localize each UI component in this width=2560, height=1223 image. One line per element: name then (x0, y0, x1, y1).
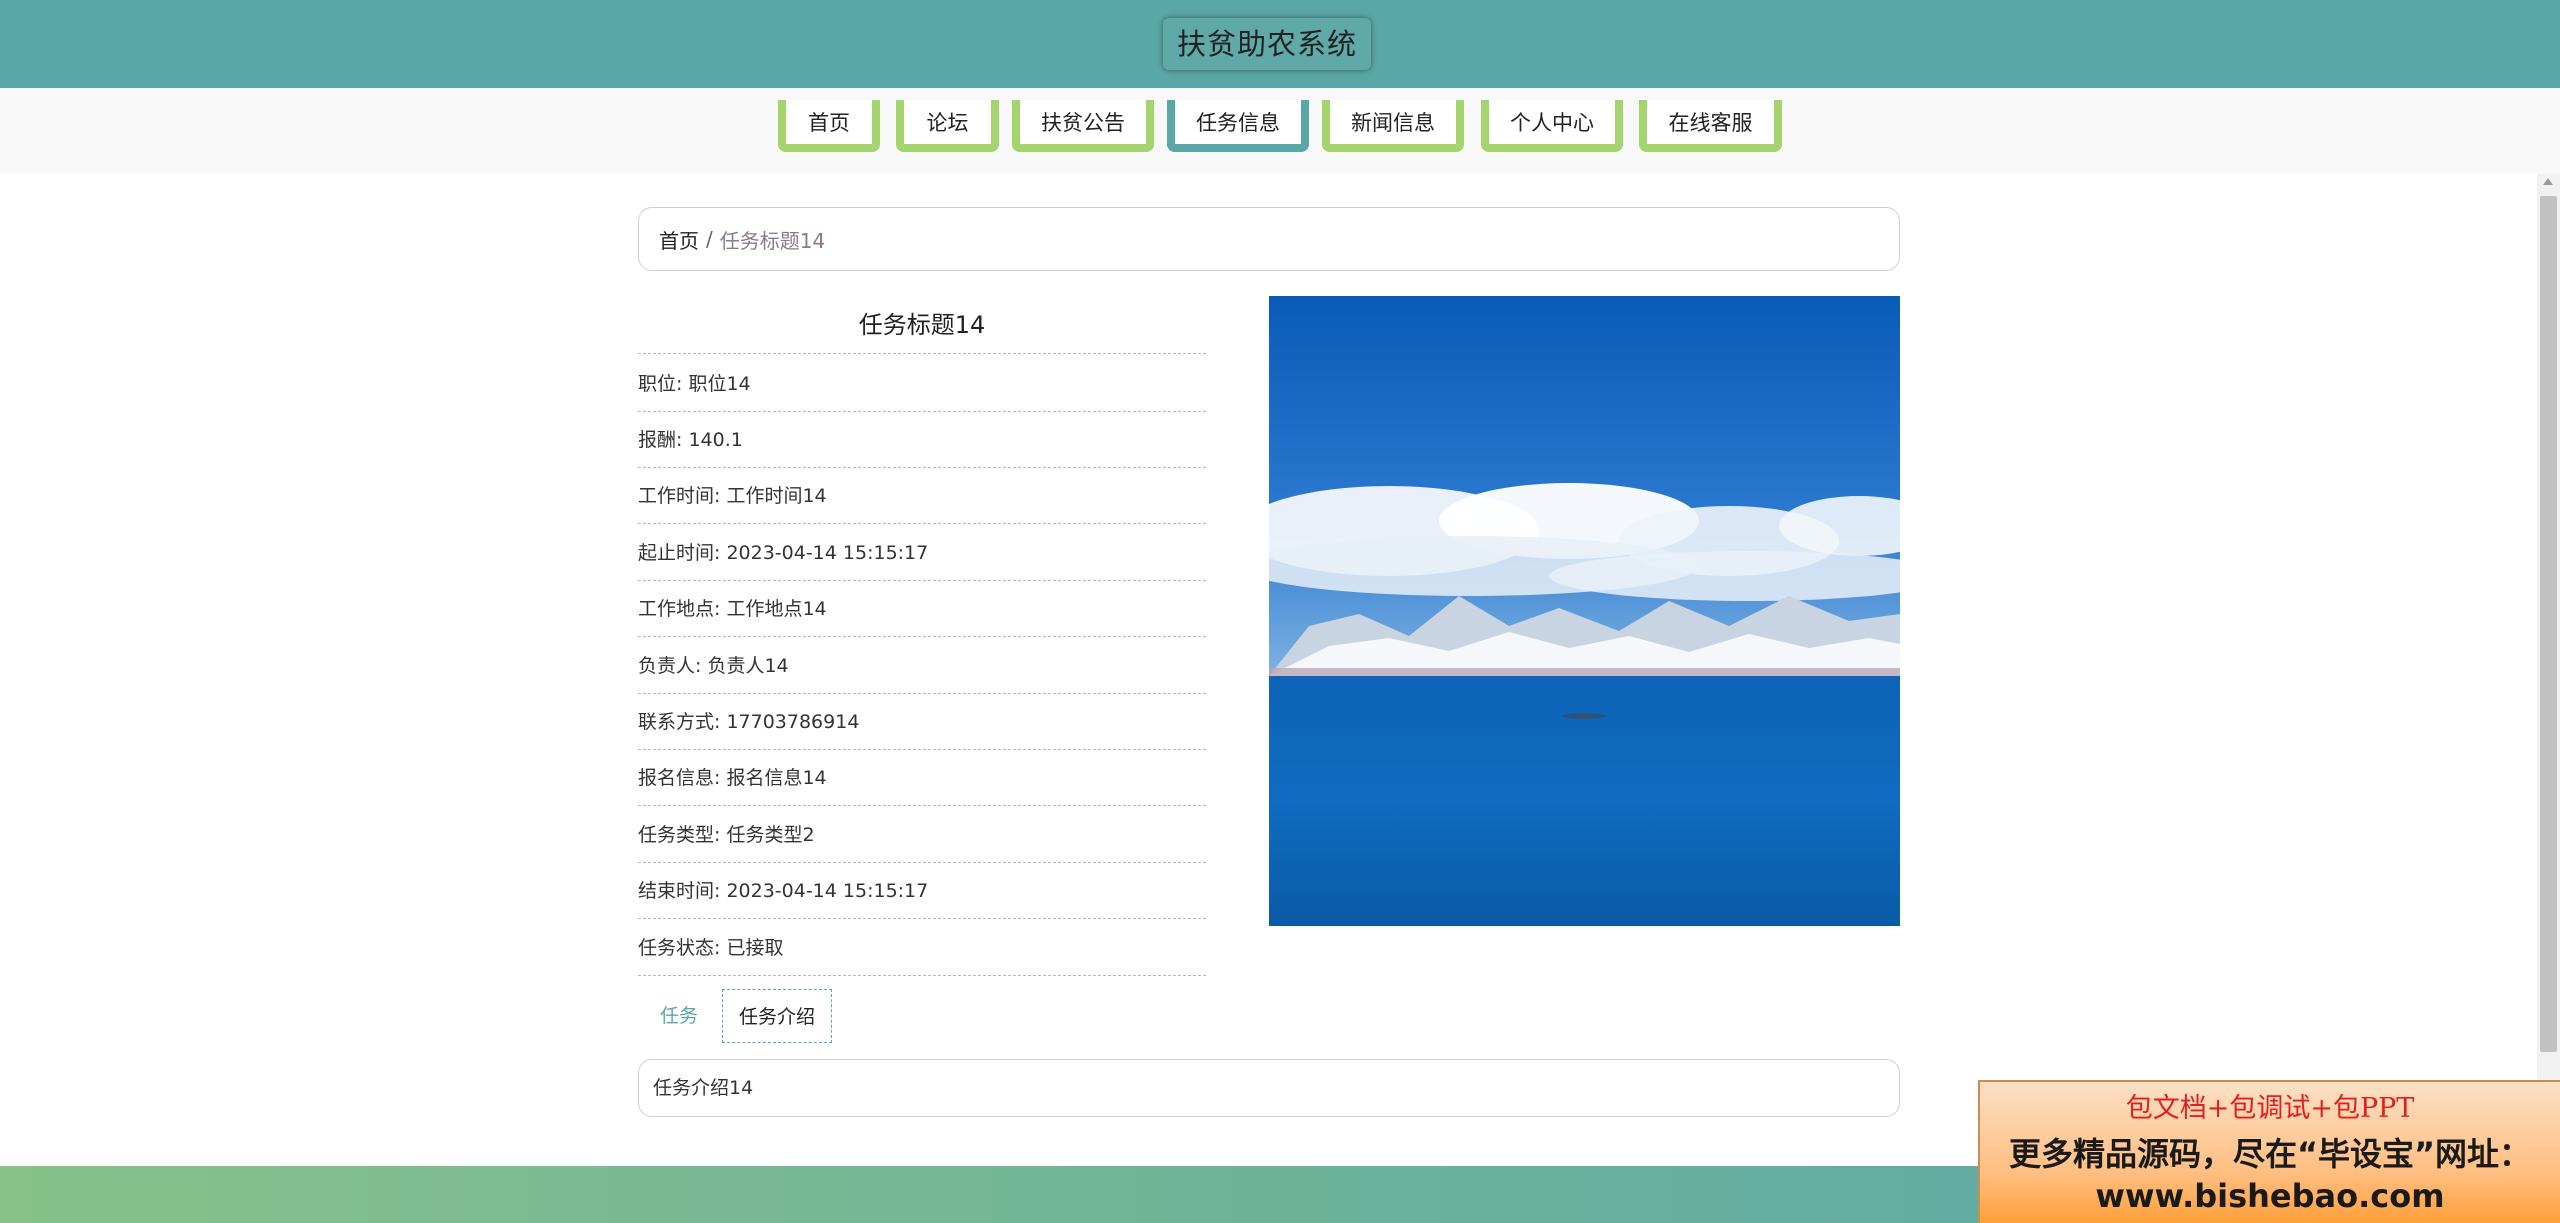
field-reward: 报酬: 140.1 (638, 412, 1206, 468)
field-task-type: 任务类型: 任务类型2 (638, 807, 1206, 863)
task-image (1269, 296, 1900, 926)
promo-line-url: www.bishebao.com (2095, 1177, 2445, 1215)
page-scrollbar[interactable] (2537, 174, 2560, 1084)
lake-mountain-photo (1269, 296, 1900, 926)
scroll-up-arrow-icon[interactable] (2543, 178, 2553, 185)
nav-item-forum[interactable]: 论坛 (896, 100, 999, 152)
breadcrumb: 首页 / 任务标题14 (638, 207, 1900, 271)
promo-banner: 包文档+包调试+包PPT 更多精品源码，尽在“毕设宝”网址： www.bishe… (1978, 1080, 2560, 1223)
task-title: 任务标题14 (638, 296, 1206, 354)
site-title: 扶贫助农系统 (1163, 18, 1372, 70)
breadcrumb-home-link[interactable]: 首页 (659, 225, 699, 254)
field-end-time: 结束时间: 2023-04-14 15:15:17 (638, 863, 1206, 919)
nav-item-news[interactable]: 新闻信息 (1322, 100, 1464, 152)
site-header: 扶贫助农系统 (0, 0, 2560, 88)
nav-item-support[interactable]: 在线客服 (1639, 100, 1782, 152)
breadcrumb-separator: / (706, 227, 713, 251)
main-nav: 首页 论坛 扶贫公告 任务信息 新闻信息 个人中心 在线客服 (0, 88, 2560, 174)
tab-task[interactable]: 任务 (648, 989, 710, 1043)
promo-line-offer: 包文档+包调试+包PPT (2125, 1093, 2415, 1124)
field-start-end-time: 起止时间: 2023-04-14 15:15:17 (638, 525, 1206, 581)
field-task-status: 任务状态: 已接取 (638, 920, 1206, 976)
nav-item-tasks[interactable]: 任务信息 (1167, 100, 1309, 152)
promo-line-source: 更多精品源码，尽在“毕设宝”网址： (2008, 1135, 2532, 1173)
field-work-location: 工作地点: 工作地点14 (638, 581, 1206, 637)
task-intro-content: 任务介绍14 (638, 1059, 1900, 1117)
nav-item-profile[interactable]: 个人中心 (1481, 100, 1623, 152)
field-work-time: 工作时间: 工作时间14 (638, 468, 1206, 524)
nav-item-announcements[interactable]: 扶贫公告 (1012, 100, 1154, 152)
breadcrumb-current: 任务标题14 (719, 228, 826, 253)
field-contact: 联系方式: 17703786914 (638, 694, 1206, 750)
tab-task-intro[interactable]: 任务介绍 (722, 989, 832, 1043)
scroll-thumb[interactable] (2540, 196, 2557, 1052)
field-manager: 负责人: 负责人14 (638, 638, 1206, 694)
field-signup-info: 报名信息: 报名信息14 (638, 750, 1206, 806)
nav-item-home[interactable]: 首页 (778, 100, 880, 152)
field-position: 职位: 职位14 (638, 356, 1206, 412)
